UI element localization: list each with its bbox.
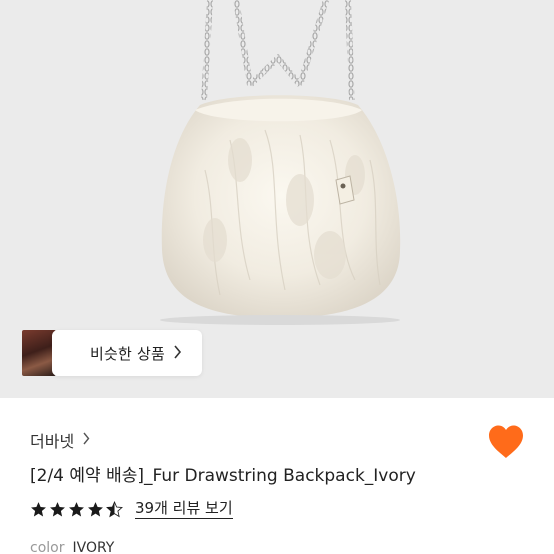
star-full-icon	[69, 501, 84, 516]
brand-link[interactable]: 더바넷	[30, 428, 90, 452]
similar-products-button[interactable]: 비슷한 상품	[22, 330, 202, 376]
chevron-right-icon	[82, 431, 90, 449]
similar-products-pill[interactable]: 비슷한 상품	[52, 330, 202, 376]
option-key: color	[30, 540, 65, 554]
star-full-icon	[88, 501, 103, 516]
star-full-icon	[50, 501, 65, 516]
brand-name[interactable]: 더바넷	[30, 428, 74, 452]
similar-product-thumbnail	[22, 330, 56, 376]
product-title: [2/4 예약 배송]_Fur Drawstring Backpack_Ivor…	[30, 466, 416, 486]
product-image-area[interactable]: 비슷한 상품	[0, 0, 554, 398]
heart-icon	[489, 425, 523, 458]
similar-products-label: 비슷한 상품	[90, 344, 165, 363]
chevron-right-icon	[173, 344, 182, 363]
rating-row: 39개 리뷰 보기	[30, 499, 233, 519]
like-button[interactable]	[487, 424, 525, 460]
star-full-icon	[31, 501, 46, 516]
option-value: IVORY	[72, 540, 115, 554]
review-link[interactable]: 39개 리뷰 보기	[135, 499, 233, 519]
star-half-icon	[106, 500, 123, 517]
product-info: 더바넷 [2/4 예약 배송]_Fur Drawstring Backpack_…	[0, 398, 554, 554]
rating-stars	[30, 500, 125, 518]
option-row: color IVORY	[30, 540, 114, 554]
